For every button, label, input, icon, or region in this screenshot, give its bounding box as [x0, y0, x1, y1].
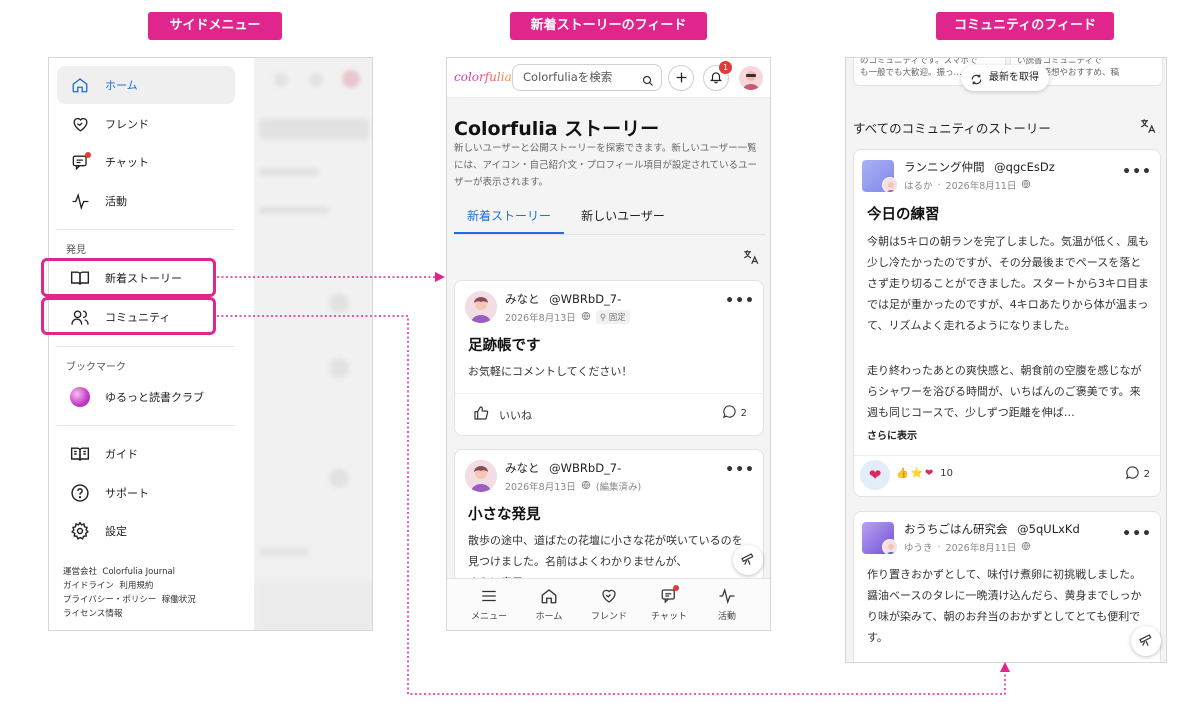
arrow-community [217, 315, 1006, 695]
flow-arrows [217, 272, 1010, 695]
arrow-head [1000, 662, 1010, 672]
arrow-head [435, 272, 445, 282]
